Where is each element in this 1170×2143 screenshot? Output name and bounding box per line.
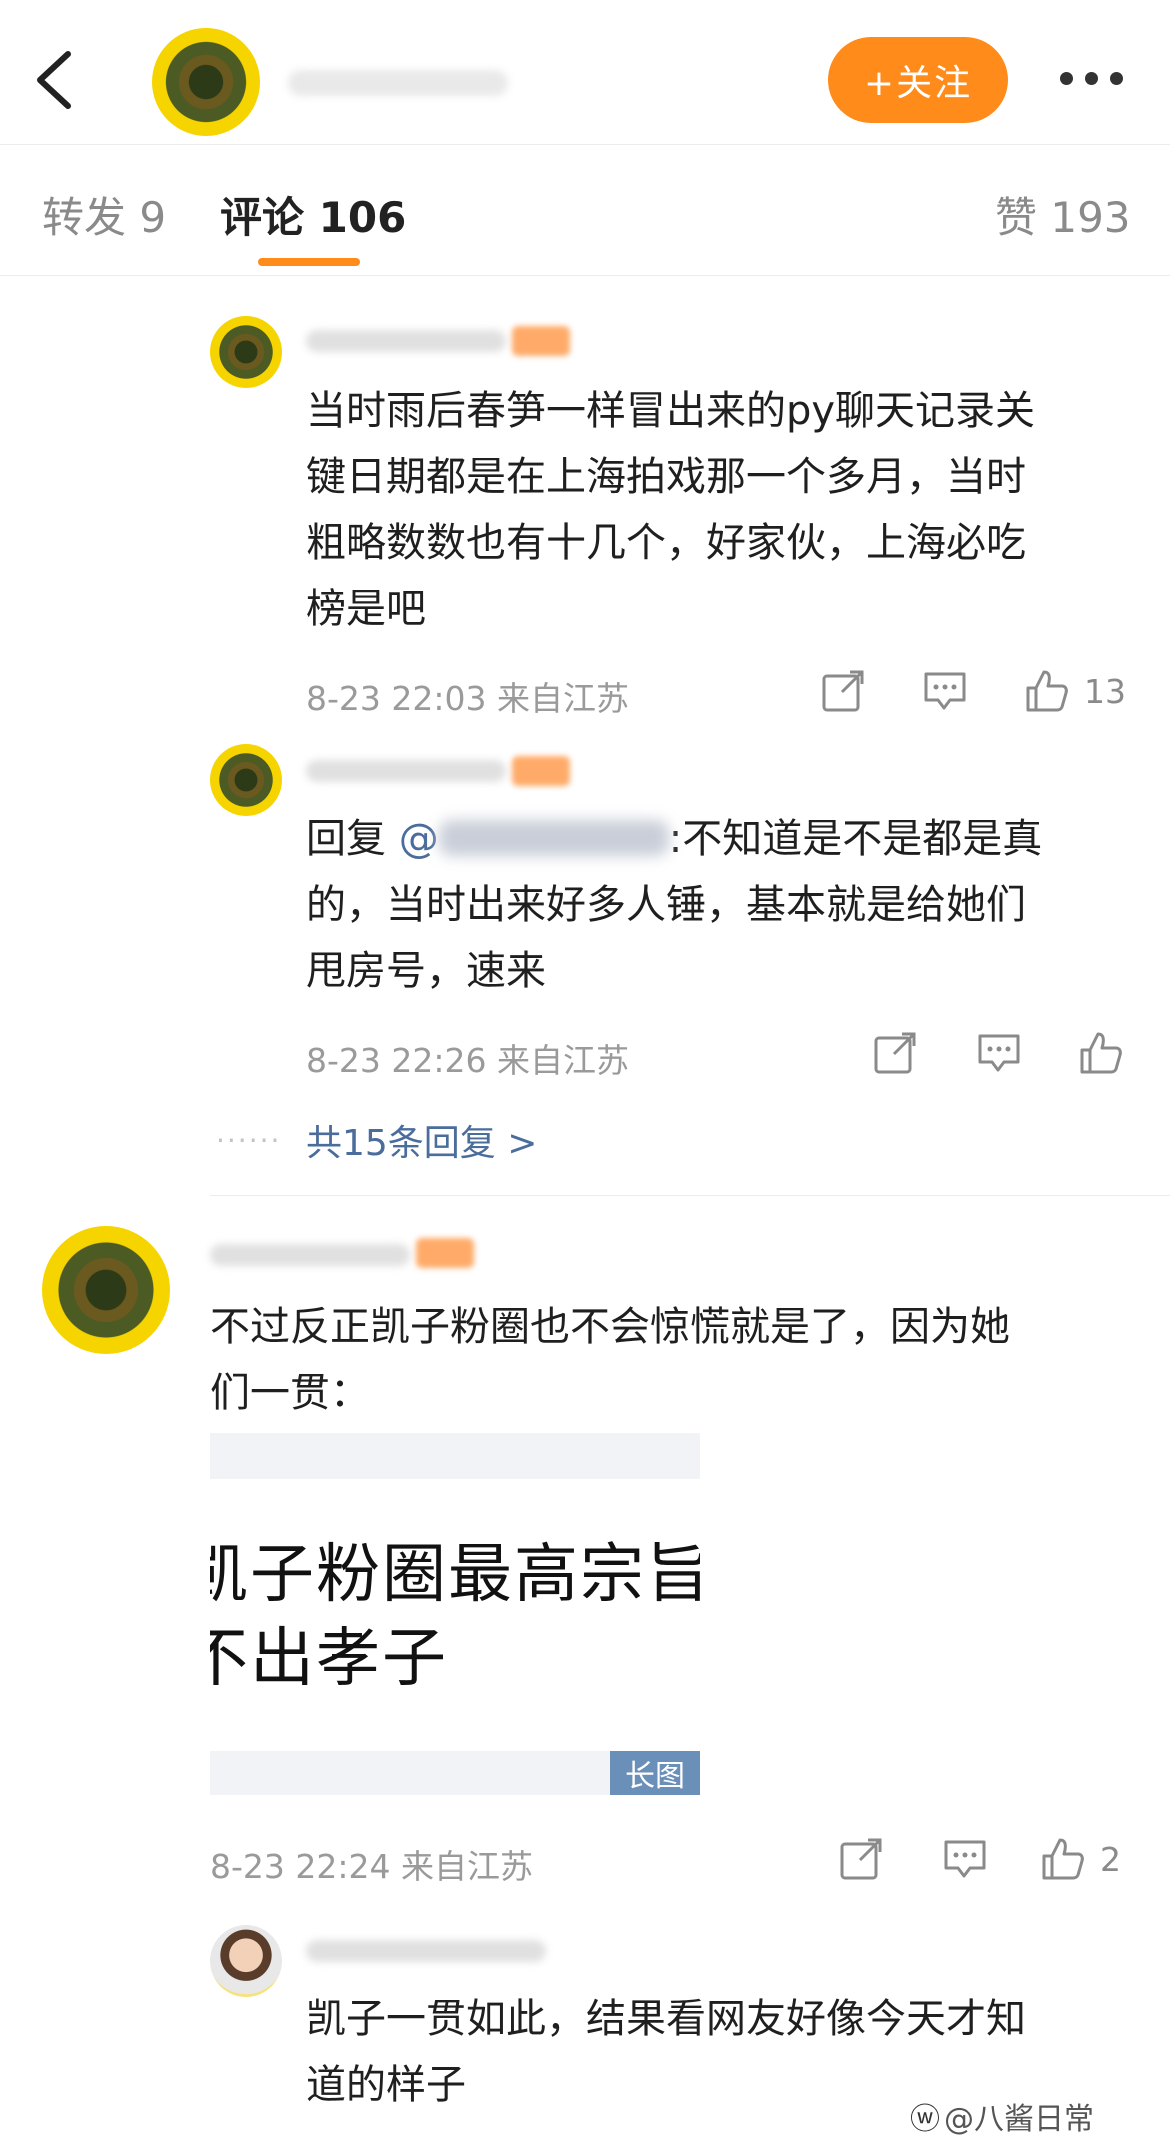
- reply-avatar[interactable]: [210, 1925, 282, 1997]
- comment-meta: 8-23 22:24 来自江苏: [210, 1847, 533, 1886]
- thumbs-up-icon: [1026, 670, 1068, 712]
- reply-username-blurred[interactable]: [306, 760, 506, 782]
- tab-reposts[interactable]: 转发 9: [42, 184, 166, 245]
- comment-icon[interactable]: [942, 1834, 988, 1884]
- mention-link[interactable]: @: [399, 816, 669, 862]
- like-button[interactable]: 2: [1040, 1834, 1121, 1884]
- reply-meta: 8-23 22:26 来自江苏: [306, 1041, 629, 1080]
- commenter-username-blurred[interactable]: [210, 1244, 410, 1266]
- divider: [210, 1195, 1170, 1196]
- user-badge: [512, 326, 570, 356]
- image-top-strip: [210, 1433, 700, 1479]
- user-badge: [416, 1238, 474, 1268]
- like-button[interactable]: [1078, 1028, 1124, 1078]
- share-icon[interactable]: [872, 1028, 918, 1078]
- thumbs-up-icon: [1042, 1838, 1084, 1880]
- comment-icon[interactable]: [922, 666, 968, 716]
- commenter-avatar[interactable]: [42, 1226, 170, 1354]
- back-arrow-icon[interactable]: [30, 48, 78, 112]
- long-image-tag: 长图: [610, 1751, 700, 1795]
- reply-username-blurred[interactable]: [306, 1940, 546, 1962]
- long-image-attachment[interactable]: 凯子粉圈最高宗旨 不出孝子 长图: [210, 1433, 700, 1795]
- reply-text: 回复 @:不知道是不是都是真 的，当时出来好多人锤，基本就是给她们 甩房号，速来: [306, 816, 1043, 994]
- image-text-line: 凯子粉圈最高宗旨: [210, 1538, 700, 1612]
- reply-meta: 8-23 22:03 来自江苏: [306, 679, 629, 718]
- mention-name-blurred: [438, 820, 669, 856]
- reply-avatar[interactable]: [210, 316, 282, 388]
- tab-likes[interactable]: 赞 193: [995, 184, 1131, 245]
- reply-username-blurred[interactable]: [306, 330, 506, 352]
- weibo-logo-icon: ⓦ: [910, 2102, 940, 2137]
- like-count: 13: [1084, 671, 1126, 711]
- share-icon[interactable]: [820, 666, 866, 716]
- poster-name-blurred[interactable]: [288, 70, 508, 96]
- like-count: 2: [1100, 1839, 1121, 1879]
- more-options-icon[interactable]: [1060, 72, 1123, 85]
- top-bar: +关注: [0, 0, 1170, 145]
- comment-text: 不过反正凯子粉圈也不会惊慌就是了，因为她 们一贯：: [210, 1304, 1010, 1416]
- comment-icon[interactable]: [976, 1028, 1022, 1078]
- user-badge: [512, 756, 570, 786]
- thread-dots: ······: [216, 1124, 282, 1157]
- thumbs-up-icon: [1080, 1032, 1122, 1074]
- image-text-line: 不出孝子: [210, 1622, 448, 1696]
- tab-comments[interactable]: 评论 106: [220, 184, 406, 245]
- like-button[interactable]: 13: [1024, 666, 1126, 716]
- follow-button[interactable]: +关注: [828, 37, 1008, 123]
- poster-avatar[interactable]: [152, 28, 260, 136]
- reply-text: 当时雨后春笋一样冒出来的py聊天记录关 键日期都是在上海拍戏那一个多月，当时 粗…: [306, 388, 1036, 632]
- watermark: ⓦ @八酱日常: [910, 2102, 1094, 2137]
- share-icon[interactable]: [838, 1834, 884, 1884]
- tab-bar: 转发 9 评论 106 赞 193: [0, 146, 1170, 276]
- view-all-replies-link[interactable]: 共15条回复 >: [306, 1114, 537, 1166]
- reply-avatar[interactable]: [210, 744, 282, 816]
- active-tab-indicator: [258, 258, 360, 266]
